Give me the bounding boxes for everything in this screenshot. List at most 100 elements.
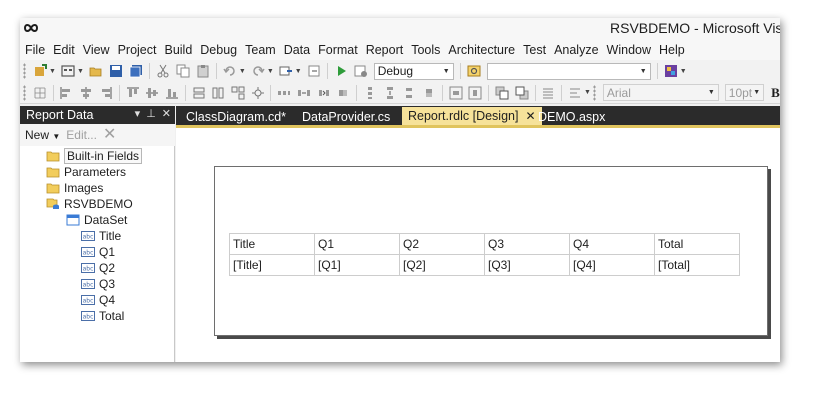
border-style-icon[interactable] <box>567 85 583 101</box>
tablix-detail-cell[interactable]: [Q3] <box>484 254 570 276</box>
align-to-grid-icon[interactable] <box>32 85 48 101</box>
menu-debug[interactable]: Debug <box>196 41 241 59</box>
border-icon[interactable] <box>541 85 557 101</box>
menu-test[interactable]: Test <box>519 41 550 59</box>
make-same-width-icon[interactable] <box>191 85 207 101</box>
tab-dataprovider[interactable]: DataProvider.cs <box>296 108 396 125</box>
tablix-header-cell[interactable]: Q4 <box>569 233 655 255</box>
report-tablix[interactable]: Title Q1 Q2 Q3 Q4 Total [Title] [Q1] [Q2… <box>229 233 740 276</box>
menu-data[interactable]: Data <box>280 41 314 59</box>
chevron-down-icon[interactable]: ▼ <box>49 68 56 75</box>
copy-icon[interactable] <box>175 63 191 79</box>
tablix-detail-cell[interactable]: [Q1] <box>314 254 400 276</box>
chevron-down-icon[interactable]: ▼ <box>77 68 84 75</box>
tablix-header-cell[interactable]: Q1 <box>314 233 400 255</box>
tab-demo-aspx[interactable]: DEMO.aspx <box>532 108 611 125</box>
find-combo[interactable]: ▼ <box>486 62 651 80</box>
paste-icon[interactable] <box>195 63 211 79</box>
align-bottoms-icon[interactable] <box>164 85 180 101</box>
horizontal-spacing-equal-icon[interactable] <box>276 85 292 101</box>
navigate-backward-icon[interactable] <box>278 63 294 79</box>
tree-item-datasource[interactable]: RSVBDEMO <box>20 196 175 212</box>
bold-button[interactable]: B <box>771 85 780 101</box>
menu-edit[interactable]: Edit <box>49 41 79 59</box>
make-same-height-icon[interactable] <box>210 85 226 101</box>
new-project-icon[interactable] <box>32 63 48 79</box>
tree-item-field-q3[interactable]: abc Q3 <box>20 276 175 292</box>
tree-item-parameters[interactable]: Parameters <box>20 164 175 180</box>
undo-icon[interactable] <box>222 63 238 79</box>
close-icon[interactable]: ✕ <box>162 107 171 120</box>
solution-explorer-icon[interactable] <box>663 63 679 79</box>
save-all-icon[interactable] <box>128 63 144 79</box>
size-to-grid-icon[interactable] <box>250 85 266 101</box>
tablix-detail-cell[interactable]: [Total] <box>654 254 740 276</box>
center-horizontally-icon[interactable] <box>448 85 464 101</box>
align-centers-icon[interactable] <box>78 85 94 101</box>
save-icon[interactable] <box>108 63 124 79</box>
new-menu-button[interactable]: New ▼ <box>25 128 60 142</box>
redo-icon[interactable] <box>250 63 266 79</box>
tab-classdiagram[interactable]: ClassDiagram.cd* <box>180 108 292 125</box>
tablix-header-cell[interactable]: Q3 <box>484 233 570 255</box>
pin-icon[interactable]: ⊥ <box>146 107 156 120</box>
menu-tools[interactable]: Tools <box>407 41 444 59</box>
menu-file[interactable]: File <box>20 41 49 59</box>
menu-format[interactable]: Format <box>314 41 362 59</box>
horizontal-spacing-increase-icon[interactable] <box>296 85 312 101</box>
send-to-back-icon[interactable] <box>514 85 530 101</box>
tree-item-field-total[interactable]: abc Total <box>20 308 175 324</box>
vertical-spacing-increase-icon[interactable] <box>382 85 398 101</box>
font-name-dropdown[interactable]: Arial ▼ <box>602 84 719 101</box>
horizontal-spacing-decrease-icon[interactable] <box>316 85 332 101</box>
toolbar-grip[interactable] <box>23 84 26 101</box>
tree-item-field-q1[interactable]: abc Q1 <box>20 244 175 260</box>
tree-item-built-in-fields[interactable]: Built-in Fields <box>20 148 175 164</box>
menu-project[interactable]: Project <box>114 41 161 59</box>
vertical-spacing-decrease-icon[interactable] <box>402 85 418 101</box>
tree-item-field-q2[interactable]: abc Q2 <box>20 260 175 276</box>
tablix-header-cell[interactable]: Title <box>229 233 315 255</box>
chevron-down-icon[interactable]: ▼ <box>584 89 591 96</box>
tablix-detail-cell[interactable]: [Q2] <box>399 254 485 276</box>
horizontal-spacing-remove-icon[interactable] <box>336 85 352 101</box>
align-lefts-icon[interactable] <box>59 85 75 101</box>
tablix-detail-cell[interactable]: [Title] <box>229 254 315 276</box>
vertical-spacing-remove-icon[interactable] <box>421 85 437 101</box>
cut-icon[interactable] <box>155 63 171 79</box>
menu-analyze[interactable]: Analyze <box>550 41 602 59</box>
menu-report[interactable]: Report <box>362 41 408 59</box>
menu-architecture[interactable]: Architecture <box>444 41 519 59</box>
align-rights-icon[interactable] <box>98 85 114 101</box>
align-tops-icon[interactable] <box>125 85 141 101</box>
font-size-dropdown[interactable]: 10pt ▼ <box>724 84 765 101</box>
tree-item-field-q4[interactable]: abc Q4 <box>20 292 175 308</box>
open-folder-icon[interactable] <box>88 63 104 79</box>
tab-report-design[interactable]: Report.rdlc [Design] ✕ <box>402 107 542 125</box>
start-debugging-icon[interactable] <box>333 63 349 79</box>
tree-item-dataset[interactable]: DataSet <box>20 212 175 228</box>
toolbar-grip[interactable] <box>23 63 26 79</box>
edit-button[interactable]: Edit... <box>66 128 97 142</box>
tablix-header-cell[interactable]: Q2 <box>399 233 485 255</box>
make-same-size-icon[interactable] <box>230 85 246 101</box>
chevron-down-icon[interactable]: ▼ <box>295 68 302 75</box>
tablix-header-cell[interactable]: Total <box>654 233 740 255</box>
chevron-down-icon[interactable]: ▼ <box>239 68 246 75</box>
solution-configuration-dropdown[interactable]: Debug ▼ <box>373 62 454 80</box>
menu-help[interactable]: Help <box>655 41 689 59</box>
vertical-spacing-equal-icon[interactable] <box>362 85 378 101</box>
toolbar-grip[interactable] <box>592 84 596 101</box>
find-in-files-icon[interactable] <box>466 63 482 79</box>
navigate-forward-icon[interactable] <box>306 63 322 79</box>
tablix-detail-cell[interactable]: [Q4] <box>569 254 655 276</box>
menu-view[interactable]: View <box>79 41 114 59</box>
menu-build[interactable]: Build <box>160 41 196 59</box>
menu-window[interactable]: Window <box>603 41 655 59</box>
bring-to-front-icon[interactable] <box>494 85 510 101</box>
tree-item-images[interactable]: Images <box>20 180 175 196</box>
tree-item-field-title[interactable]: abc Title <box>20 228 175 244</box>
chevron-down-icon[interactable]: ▼ <box>267 68 274 75</box>
attach-process-icon[interactable] <box>353 63 369 79</box>
chevron-down-icon[interactable]: ▾ <box>135 107 141 120</box>
